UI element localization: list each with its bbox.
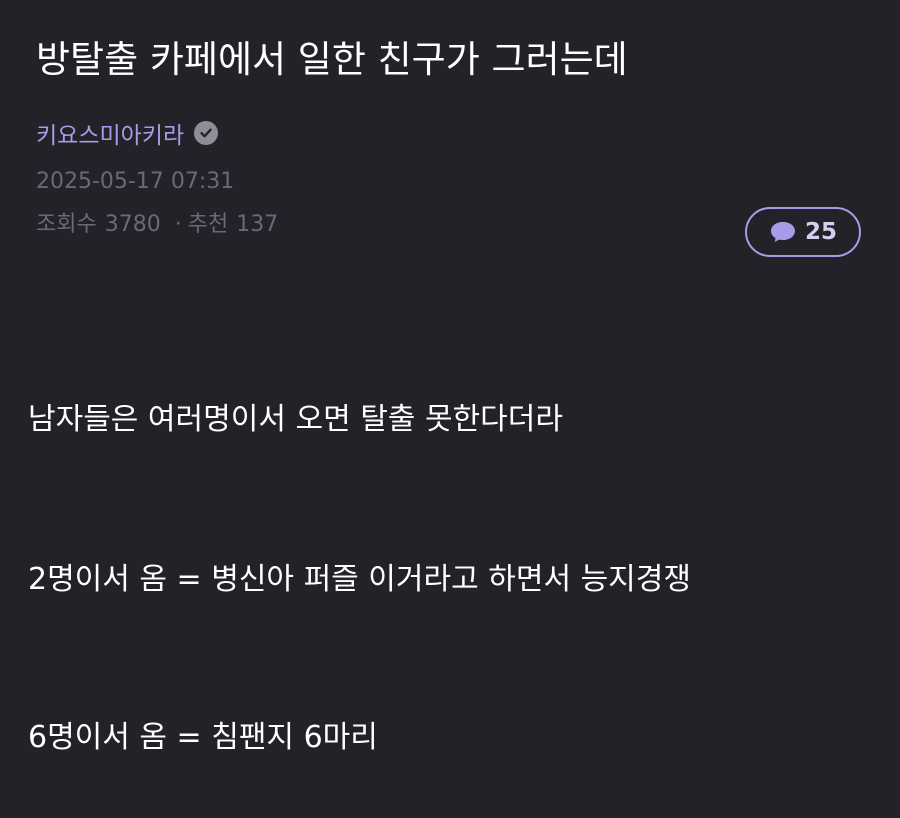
post-title: 방탈출 카페에서 일한 친구가 그러는데	[36, 38, 628, 81]
recommend-count: 137	[236, 212, 279, 237]
post-body-line-3: 6명이서 옴 = 침팬지 6마리	[28, 720, 378, 755]
views-count: 3780	[104, 212, 161, 237]
comment-count: 25	[804, 219, 837, 245]
author-name[interactable]: 키요스미아키라	[36, 116, 184, 150]
post-body-line-2: 2명이서 옴 = 병신아 퍼즐 이거라고 하면서 능지경쟁	[28, 562, 691, 597]
post-body-line-1: 남자들은 여러명이서 오면 탈출 못한다더라	[28, 402, 563, 437]
stats-separator: ·	[174, 212, 182, 237]
verified-check-icon	[194, 121, 219, 145]
check-mark-icon	[200, 128, 212, 138]
post-date: 2025-05-17 07:31	[36, 169, 235, 194]
author-row: 키요스미아키라	[36, 116, 219, 150]
post-stats: 조회수 3780 · 추천 137	[36, 210, 278, 240]
views-label: 조회수	[36, 212, 97, 237]
comment-count-button[interactable]: 25	[745, 207, 861, 257]
recommend-label: 추천	[187, 212, 229, 237]
speech-bubble-icon	[770, 222, 795, 242]
